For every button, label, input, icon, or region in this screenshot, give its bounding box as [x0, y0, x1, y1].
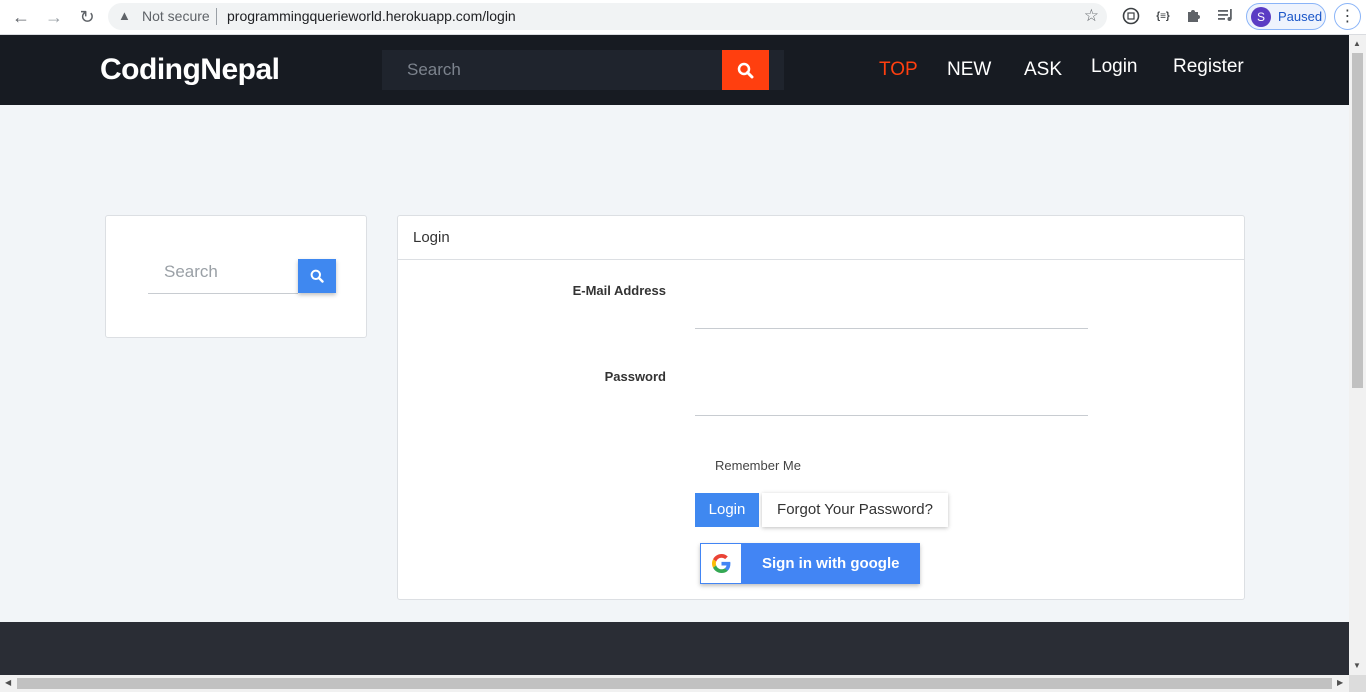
google-signin-label: Sign in with google — [762, 555, 900, 572]
horizontal-scroll-thumb[interactable] — [17, 678, 1332, 689]
email-field[interactable] — [695, 293, 1088, 329]
scroll-down-icon[interactable]: ▼ — [1353, 661, 1361, 670]
code-ext-icon[interactable]: {≡} — [1152, 7, 1174, 27]
horizontal-scrollbar[interactable]: ◀ ▶ — [0, 675, 1349, 692]
browser-menu-icon[interactable]: ⋮ — [1334, 3, 1361, 30]
forgot-password-button[interactable]: Forgot Your Password? — [762, 493, 948, 527]
reload-icon[interactable]: ↻ — [75, 6, 99, 28]
url-text[interactable]: programmingquerieworld.herokuapp.com/log… — [227, 8, 516, 24]
nav-login[interactable]: Login — [1091, 56, 1138, 78]
vertical-scroll-thumb[interactable] — [1352, 53, 1363, 388]
profile-button[interactable]: S Paused — [1246, 3, 1326, 30]
login-card-title: Login — [413, 229, 450, 246]
profile-status: Paused — [1278, 9, 1323, 24]
qr-ext-icon[interactable] — [1120, 7, 1142, 27]
nav-register[interactable]: Register — [1173, 56, 1244, 78]
avatar: S — [1251, 7, 1271, 27]
header-search — [382, 50, 784, 90]
login-card-header: Login — [398, 216, 1244, 260]
scroll-left-icon[interactable]: ◀ — [5, 678, 11, 687]
address-bar[interactable]: ▲ Not secure programmingquerieworld.hero… — [108, 3, 1107, 30]
search-icon — [737, 62, 754, 79]
password-label: Password — [604, 369, 666, 384]
site-logo[interactable]: CodingNepal — [100, 53, 280, 87]
back-icon[interactable]: ← — [9, 6, 33, 28]
warning-icon: ▲ — [118, 8, 131, 23]
bookmark-star-icon[interactable]: ☆ — [1084, 6, 1099, 26]
sidebar-search-button[interactable] — [298, 259, 336, 293]
puzzle-icon[interactable] — [1183, 7, 1205, 27]
nav-top[interactable]: TOP — [879, 59, 918, 81]
header-search-button[interactable] — [722, 50, 769, 90]
scroll-up-icon[interactable]: ▲ — [1353, 39, 1361, 48]
security-label[interactable]: Not secure — [142, 8, 210, 24]
site-footer — [0, 622, 1349, 675]
sidebar-search-card — [105, 215, 367, 338]
nav-ask[interactable]: ASK — [1024, 59, 1062, 81]
login-card: Login E-Mail Address Password Remember M… — [397, 215, 1245, 600]
header-search-input[interactable] — [382, 50, 722, 90]
search-icon — [310, 269, 324, 283]
scroll-right-icon[interactable]: ▶ — [1337, 678, 1343, 687]
scrollbar-corner — [1349, 675, 1366, 692]
google-icon — [701, 544, 741, 583]
login-button[interactable]: Login — [695, 493, 759, 527]
forward-icon[interactable]: → — [42, 6, 66, 28]
omnibox-divider — [216, 8, 217, 25]
media-list-icon[interactable] — [1215, 7, 1237, 27]
nav-new[interactable]: NEW — [947, 59, 991, 81]
email-label: E-Mail Address — [572, 283, 666, 298]
google-signin-button[interactable]: Sign in with google — [700, 543, 920, 584]
browser-toolbar: ← → ↻ ▲ Not secure programmingquerieworl… — [0, 0, 1366, 35]
remember-me-label[interactable]: Remember Me — [715, 458, 801, 473]
sidebar-search-input[interactable] — [148, 250, 298, 294]
password-field[interactable] — [695, 380, 1088, 416]
vertical-scrollbar[interactable]: ▲ ▼ — [1349, 35, 1366, 675]
site-header: CodingNepal TOP NEW ASK Login Register — [0, 35, 1349, 105]
